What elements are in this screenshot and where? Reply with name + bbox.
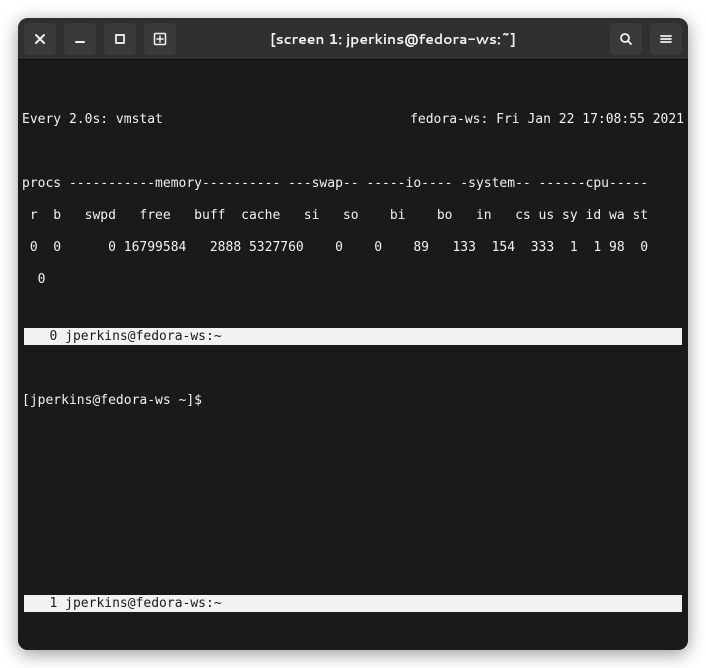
watch-header-left: Every 2.0s: vmstat (22, 112, 163, 128)
menu-button[interactable] (650, 23, 682, 55)
search-button[interactable] (610, 23, 642, 55)
screen-status-0: 0 jperkins@fedora-ws:~ (24, 328, 682, 345)
new-tab-button[interactable] (144, 23, 176, 55)
titlebar: [screen 1: jperkins@fedora-ws:~] (18, 18, 688, 60)
vmstat-row-1: 0 0 0 16799584 2888 5327760 0 0 89 133 1… (22, 240, 684, 256)
screen-pane-1[interactable]: [jperkins@fedora-ws ~]$ (22, 377, 684, 563)
minimize-icon (73, 32, 87, 46)
vmstat-header-1: procs -----------memory---------- ---swa… (22, 176, 684, 192)
close-icon (33, 32, 47, 46)
close-button[interactable] (24, 23, 56, 55)
terminal-body[interactable]: Every 2.0s: vmstat fedora-ws: Fri Jan 22 … (18, 60, 688, 650)
watch-header-right: fedora-ws: Fri Jan 22 17:08:55 2021 (410, 112, 684, 128)
search-icon (619, 32, 633, 46)
maximize-button[interactable] (104, 23, 136, 55)
window-title: [screen 1: jperkins@fedora-ws:~] (184, 29, 602, 49)
terminal-window: [screen 1: jperkins@fedora-ws:~] Every 2… (18, 18, 688, 650)
hamburger-icon (659, 32, 673, 46)
vmstat-row-2: 0 (22, 272, 684, 288)
shell-prompt[interactable]: [jperkins@fedora-ws ~]$ (22, 393, 684, 409)
vmstat-header-2: r b swpd free buff cache si so bi bo in … (22, 208, 684, 224)
new-tab-icon (152, 31, 168, 47)
screen-status-1: 1 jperkins@fedora-ws:~ (24, 595, 682, 612)
screen-pane-0[interactable]: Every 2.0s: vmstat fedora-ws: Fri Jan 22 … (22, 96, 684, 296)
minimize-button[interactable] (64, 23, 96, 55)
maximize-icon (113, 32, 127, 46)
titlebar-left-controls (24, 23, 176, 55)
titlebar-right-controls (610, 23, 682, 55)
